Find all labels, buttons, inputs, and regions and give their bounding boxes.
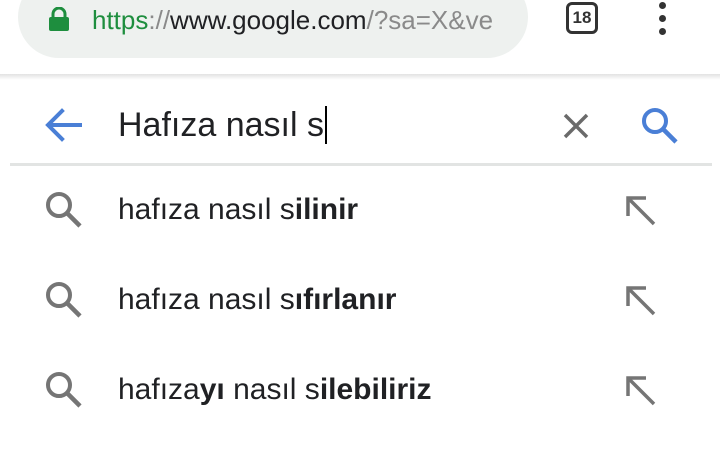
suggestion-item[interactable]: hafıza nasıl silinir — [0, 166, 720, 256]
search-icon — [46, 282, 82, 318]
search-query-text: Hafıza nasıl s — [118, 106, 324, 144]
suggestion-completion: ıfırlanır — [294, 283, 397, 316]
browser-toolbar: https://www.google.com/?sa=X&ve 18 — [0, 0, 720, 74]
search-icon — [46, 192, 82, 228]
arrow-up-left-icon[interactable] — [622, 282, 660, 320]
search-input[interactable]: Hafıza nasıl s — [118, 102, 327, 148]
text-cursor — [324, 106, 327, 144]
suggestion-text: hafıza nasıl silinir — [118, 190, 358, 230]
url-path: /?sa=X&ve — [366, 5, 494, 35]
suggestion-text: hafızayı nasıl silebiliriz — [118, 370, 432, 410]
lock-icon — [49, 7, 69, 31]
address-url[interactable]: https://www.google.com/?sa=X&ve — [92, 3, 510, 37]
suggestion-item[interactable]: hafızayı nasıl silebiliriz — [0, 346, 720, 436]
url-separator: :// — [148, 5, 171, 35]
tab-count: 18 — [572, 8, 592, 27]
suggestion-item[interactable]: hafıza nasıl sıfırlanır — [0, 256, 720, 346]
suggestion-text: hafıza nasıl sıfırlanır — [118, 280, 396, 320]
close-icon[interactable] — [562, 112, 590, 140]
search-bar: Hafıza nasıl s — [0, 80, 720, 166]
url-scheme: https — [92, 5, 149, 35]
url-host: www.google.com — [170, 5, 367, 35]
suggestion-prefix: hafıza — [118, 373, 200, 406]
suggestion-prefix: hafıza nasıl s — [118, 193, 295, 226]
search-icon[interactable] — [640, 106, 680, 146]
arrow-back-icon[interactable] — [44, 108, 82, 142]
suggestion-completion: ilinir — [294, 193, 359, 226]
suggestion-prefix: nasıl s — [224, 373, 320, 406]
arrow-up-left-icon[interactable] — [622, 372, 660, 410]
tab-switcher-button[interactable]: 18 — [566, 2, 598, 34]
suggestion-completion: yı — [199, 373, 225, 406]
arrow-up-left-icon[interactable] — [622, 192, 660, 230]
suggestion-prefix: hafıza nasıl s — [118, 283, 295, 316]
search-icon — [46, 372, 82, 408]
more-vert-icon[interactable] — [650, 0, 676, 38]
suggestion-completion: ilebiliriz — [319, 373, 432, 406]
